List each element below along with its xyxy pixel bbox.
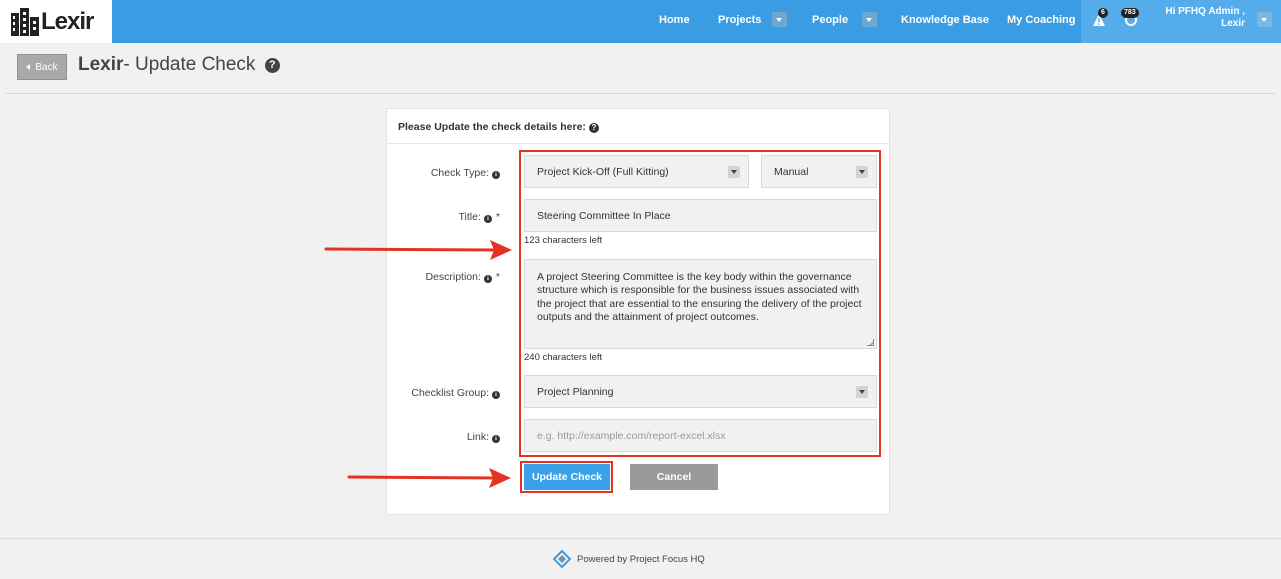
form-heading: Please Update the check details here:? [387,109,889,144]
project-focus-logo-icon [553,550,571,568]
title-label: Title: i * [458,211,500,223]
required-marker: * [495,271,500,283]
projects-dropdown-caret-icon[interactable] [772,12,787,27]
check-type-select[interactable]: Project Kick-Off (Full Kitting) [524,155,749,188]
check-type-value: Project Kick-Off (Full Kitting) [537,165,669,178]
required-marker: * [495,211,500,223]
update-check-button[interactable]: Update Check [524,464,610,490]
page-title: Lexir- Update Check ? [78,54,280,76]
info-icon[interactable]: i [492,391,500,399]
chevron-down-icon [856,165,868,178]
back-button[interactable]: Back [17,54,67,80]
check-type-label: Check Type: i [380,167,500,179]
checklist-group-value: Project Planning [537,385,614,398]
user-org: Lexir [1221,18,1245,29]
title-value: Steering Committee In Place [537,209,671,222]
header-divider [6,93,1275,94]
back-label: Back [35,61,58,73]
link-input[interactable]: e.g. http://example.com/report-excel.xls… [524,419,877,452]
resize-handle-icon[interactable] [867,339,874,346]
info-icon[interactable]: i [492,171,500,179]
info-icon[interactable]: i [492,435,500,443]
form-help-icon[interactable]: ? [588,123,599,133]
check-mode-select[interactable]: Manual [761,155,877,188]
top-navbar: Lexir Home Projects People Knowledge Bas… [0,0,1281,43]
brand-name: Lexir [41,7,94,35]
updates-count-badge: 783 [1121,8,1139,18]
info-icon[interactable]: i [483,275,492,283]
form-heading-text: Please Update the check details here: [398,121,586,133]
nav-knowledge-base[interactable]: Knowledge Base [901,14,989,26]
chevron-down-icon [856,385,868,398]
page-title-text: - Update Check [123,54,256,75]
description-label: Description: i * [425,271,500,283]
nav-home[interactable]: Home [659,14,690,26]
nav-people[interactable]: People [812,14,848,26]
checklist-group-label: Checklist Group: i [380,387,500,399]
title-input[interactable]: Steering Committee In Place [524,199,877,232]
footer-text[interactable]: Powered by Project Focus HQ [577,554,705,565]
cancel-button[interactable]: Cancel [630,464,718,490]
alerts-count-badge: 6 [1098,8,1108,18]
help-icon[interactable]: ? [264,58,280,73]
footer: Powered by Project Focus HQ [553,550,705,568]
link-placeholder: e.g. http://example.com/report-excel.xls… [537,429,726,442]
chevron-down-icon [728,165,740,178]
description-value: A project Steering Committee is the key … [537,271,862,323]
people-dropdown-caret-icon[interactable] [862,12,877,27]
nav-projects[interactable]: Projects [718,14,761,26]
user-menu[interactable]: Hi PFHQ Admin , Lexir [1160,6,1245,30]
building-logo-icon [11,7,39,36]
brand-logo[interactable]: Lexir [0,0,112,43]
title-chars-left: 123 characters left [524,235,603,246]
user-dropdown-caret-icon[interactable] [1257,12,1272,27]
nav-my-coaching[interactable]: My Coaching [1007,14,1075,26]
footer-divider [0,538,1281,539]
back-arrow-icon [26,64,31,70]
page-title-project: Lexir [78,54,124,75]
checklist-group-select[interactable]: Project Planning [524,375,877,408]
check-mode-value: Manual [774,165,809,178]
description-textarea[interactable]: A project Steering Committee is the key … [524,259,877,349]
info-icon[interactable]: i [483,215,492,223]
description-chars-left: 240 characters left [524,352,603,363]
user-greeting: Hi PFHQ Admin , [1165,6,1245,17]
link-label: Link: i [380,431,500,443]
